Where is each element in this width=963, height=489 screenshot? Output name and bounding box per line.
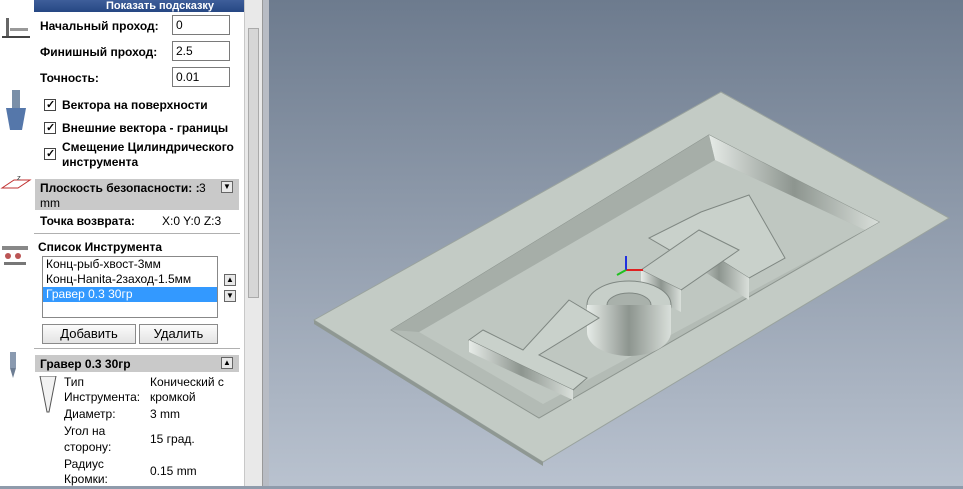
boundary-vectors-label: Внешние вектора - границы	[62, 121, 229, 135]
check-icon: ✓	[46, 99, 56, 111]
diameter-label: Диаметр:	[64, 407, 116, 421]
svg-text:z: z	[17, 174, 21, 182]
chevron-up-icon[interactable]: ▲	[221, 357, 233, 369]
panel-title: Показать подсказку	[106, 0, 215, 12]
scrollbar-thumb[interactable]	[248, 28, 259, 298]
safety-plane-icon: z	[0, 174, 32, 189]
cone-tool-icon	[39, 376, 57, 413]
surface-vectors-label: Вектора на поверхности	[62, 98, 208, 112]
list-item[interactable]: Конц-Hanita-2заход-1.5мм	[43, 272, 217, 287]
radius-value: 0.15 mm	[150, 464, 197, 478]
accuracy-label: Точность:	[40, 71, 99, 85]
surface-vectors-checkbox[interactable]: ✓	[44, 99, 56, 111]
panel-splitter[interactable]	[262, 0, 269, 486]
tool-list[interactable]: Конц-рыб-хвост-3мм Конц-Hanita-2заход-1.…	[42, 256, 218, 318]
start-pass-label: Начальный проход:	[40, 19, 159, 33]
angle-value: 15 град.	[150, 432, 195, 446]
divider	[34, 348, 240, 349]
safety-plane-section[interactable]: Плоскость безопасности: : 3 mm ▼	[35, 179, 239, 210]
boundary-vectors-checkbox[interactable]: ✓	[44, 122, 56, 134]
delete-tool-button[interactable]: Удалить	[139, 324, 218, 344]
panel-titlebar: Показать подсказку ? X	[34, 0, 244, 12]
tool-type-label-line2: Инструмента:	[64, 390, 141, 404]
finish-pass-label: Финишный проход:	[40, 45, 158, 59]
return-point-label: Точка возврата:	[40, 214, 135, 228]
cylinder-offset-label: Смещение Цилиндрического	[62, 140, 234, 154]
tool-type-label: Тип	[64, 375, 85, 389]
icon-column: z	[0, 0, 34, 486]
safety-plane-label: Плоскость безопасности: :	[40, 181, 200, 195]
tool-details-title: Гравер 0.3 30гр	[40, 357, 131, 371]
tool-type-value-line2: кромкой	[150, 390, 196, 404]
toolpath-panel: z Показать подсказку ? X Начальный прохо…	[0, 0, 244, 486]
safety-plane-unit: mm	[40, 196, 60, 210]
vector-icon	[6, 90, 26, 130]
start-pass-input[interactable]: 0	[172, 15, 230, 35]
cylinder-offset-label-line2: инструмента	[62, 155, 139, 169]
move-up-button[interactable]: ▲	[224, 274, 236, 286]
list-item[interactable]: Гравер 0.3 30гр	[43, 287, 217, 302]
tool-details-header[interactable]: Гравер 0.3 30гр ▲	[35, 355, 239, 372]
angle-label: Угол на	[64, 424, 106, 438]
diameter-value: 3 mm	[150, 407, 180, 421]
check-icon: ✓	[46, 148, 56, 160]
toolpath-preview	[269, 0, 963, 486]
finish-pass-input[interactable]: 2.5	[172, 41, 230, 61]
cylinder-offset-checkbox[interactable]: ✓	[44, 148, 56, 160]
check-icon: ✓	[46, 122, 56, 134]
angle-label-line2: сторону:	[64, 440, 112, 454]
tool-list-label: Список Инструмента	[38, 240, 163, 254]
tool-type-value: Конический с	[150, 375, 224, 389]
viewport-3d[interactable]	[269, 0, 963, 486]
add-tool-button[interactable]: Добавить	[42, 324, 136, 344]
accuracy-input[interactable]: 0.01	[172, 67, 230, 87]
safety-plane-value: 3	[199, 181, 206, 195]
radius-label-line2: Кромки:	[64, 472, 108, 486]
pass-icon	[2, 18, 30, 38]
engraver-icon	[10, 352, 16, 378]
panel-scrollbar[interactable]	[244, 0, 262, 486]
move-down-button[interactable]: ▼	[224, 290, 236, 302]
chevron-down-icon[interactable]: ▼	[221, 181, 233, 193]
divider	[34, 233, 240, 234]
radius-label: Радиус	[64, 457, 104, 471]
tool-rack-icon	[2, 246, 28, 265]
return-point-value: X:0 Y:0 Z:3	[162, 214, 222, 228]
list-item[interactable]: Конц-рыб-хвост-3мм	[43, 257, 217, 272]
